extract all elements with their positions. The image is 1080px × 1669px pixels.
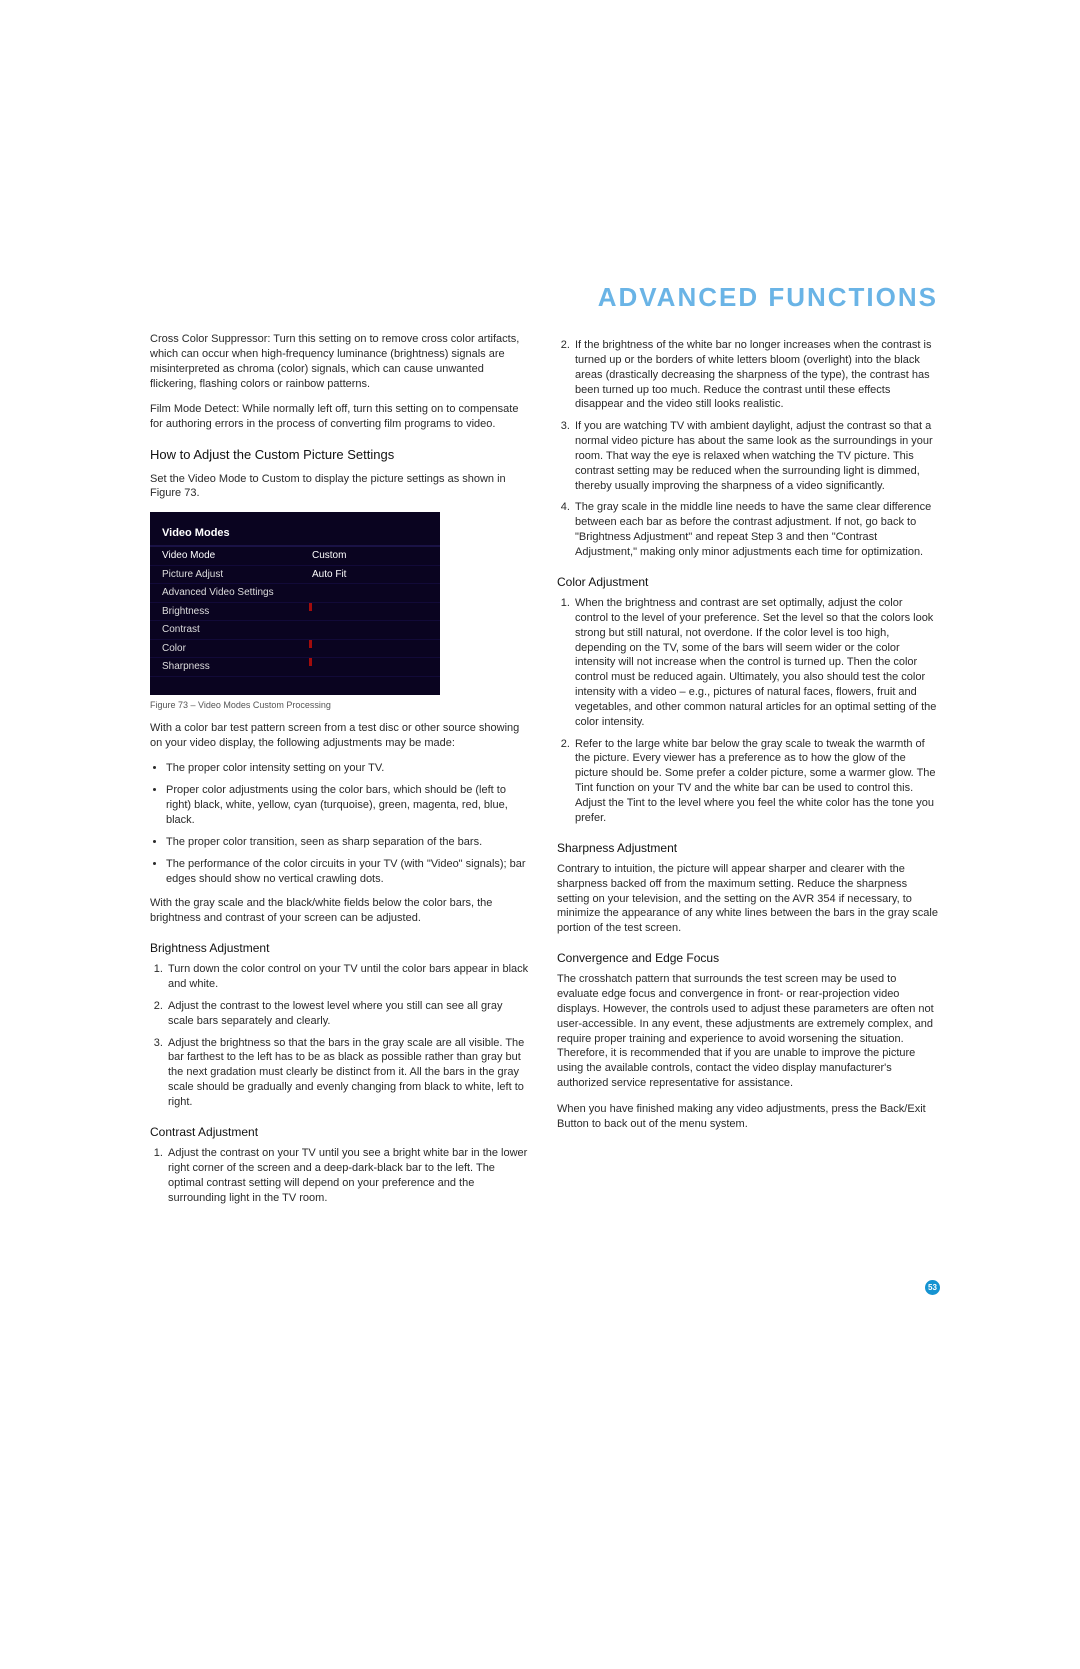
cross-color-paragraph: Cross Color Suppressor: Turn this settin… <box>150 332 531 391</box>
bullet-4: The performance of the color circuits in… <box>166 857 531 887</box>
fig-pa-label: Picture Adjust <box>162 568 312 582</box>
film-mode-lead: Film Mode Detect: <box>150 403 239 415</box>
fig-sharpness-slider <box>312 660 392 674</box>
fig-brightness-slider <box>312 605 392 619</box>
contrast-step-3: If you are watching TV with ambient dayl… <box>573 419 938 493</box>
color-step-2: Refer to the large white bar below the g… <box>573 737 938 826</box>
bullet-3: The proper color transition, seen as sha… <box>166 835 531 850</box>
film-mode-paragraph: Film Mode Detect: While normally left of… <box>150 402 531 432</box>
bullet-2: Proper color adjustments using the color… <box>166 783 531 828</box>
heading-contrast: Contrast Adjustment <box>150 1124 531 1140</box>
figure-73-caption: Figure 73 – Video Modes Custom Processin… <box>150 699 531 711</box>
gray-intro: With the gray scale and the black/white … <box>150 896 531 926</box>
brightness-steps: Turn down the color control on your TV u… <box>150 962 531 1110</box>
color-steps: When the brightness and contrast are set… <box>557 596 938 826</box>
figure-73-image: Video Modes Video Mode Custom Picture Ad… <box>150 512 440 694</box>
custom-intro: Set the Video Mode to Custom to display … <box>150 472 531 502</box>
convergence-p1: The crosshatch pattern that surrounds th… <box>557 972 938 1091</box>
brightness-step-1: Turn down the color control on your TV u… <box>166 962 531 992</box>
fig-row-picture-adjust: Picture Adjust Auto Fit <box>150 566 440 585</box>
heading-custom-picture: How to Adjust the Custom Picture Setting… <box>150 446 531 464</box>
after-fig-text: With a color bar test pattern screen fro… <box>150 721 531 751</box>
sharpness-text: Contrary to intuition, the picture will … <box>557 862 938 936</box>
fig-row-color: Color <box>150 640 440 659</box>
fig-color-label: Color <box>162 642 312 656</box>
contrast-step-2: If the brightness of the white bar no lo… <box>573 338 938 412</box>
cross-color-lead: Cross Color Suppressor: <box>150 333 270 345</box>
convergence-p2: When you have finished making any video … <box>557 1102 938 1132</box>
fig-avs-label: Advanced Video Settings <box>162 586 312 600</box>
color-step-1: When the brightness and contrast are set… <box>573 596 938 730</box>
contrast-steps-left: Adjust the contrast on your TV until you… <box>150 1146 531 1205</box>
bullet-1: The proper color intensity setting on yo… <box>166 761 531 776</box>
heading-brightness: Brightness Adjustment <box>150 940 531 956</box>
fig-brightness-label: Brightness <box>162 605 312 619</box>
fig-mode-value: Custom <box>312 549 392 563</box>
heading-sharpness: Sharpness Adjustment <box>557 840 938 856</box>
page-title: ADVANCED FUNCTIONS <box>598 282 938 313</box>
two-column-layout: Cross Color Suppressor: Turn this settin… <box>150 332 938 1215</box>
heading-color: Color Adjustment <box>557 574 938 590</box>
fig-row-brightness: Brightness <box>150 603 440 622</box>
fig-color-slider <box>312 642 392 656</box>
contrast-steps-right: If the brightness of the white bar no lo… <box>557 338 938 560</box>
fig-contrast-slider <box>312 623 392 637</box>
contrast-step-1: Adjust the contrast on your TV until you… <box>166 1146 531 1205</box>
fig-mode-label: Video Mode <box>162 549 312 563</box>
fig-row-contrast: Contrast <box>150 621 440 640</box>
fig-row-mode: Video Mode Custom <box>150 547 440 566</box>
heading-convergence: Convergence and Edge Focus <box>557 950 938 966</box>
fig-row-avs: Advanced Video Settings <box>150 584 440 603</box>
contrast-step-4: The gray scale in the middle line needs … <box>573 500 938 559</box>
fig-sharpness-label: Sharpness <box>162 660 312 674</box>
left-column: Cross Color Suppressor: Turn this settin… <box>150 332 531 1215</box>
page-number-badge: 53 <box>925 1280 940 1295</box>
brightness-step-3: Adjust the brightness so that the bars i… <box>166 1036 531 1110</box>
adjustment-bullets: The proper color intensity setting on yo… <box>150 761 531 886</box>
brightness-step-2: Adjust the contrast to the lowest level … <box>166 999 531 1029</box>
fig-row-sharpness: Sharpness <box>150 658 440 677</box>
fig-header: Video Modes <box>150 524 440 547</box>
fig-contrast-label: Contrast <box>162 623 312 637</box>
manual-page: ADVANCED FUNCTIONS Cross Color Suppresso… <box>0 0 1080 1669</box>
fig-pa-value: Auto Fit <box>312 568 392 582</box>
right-column: If the brightness of the white bar no lo… <box>557 332 938 1215</box>
